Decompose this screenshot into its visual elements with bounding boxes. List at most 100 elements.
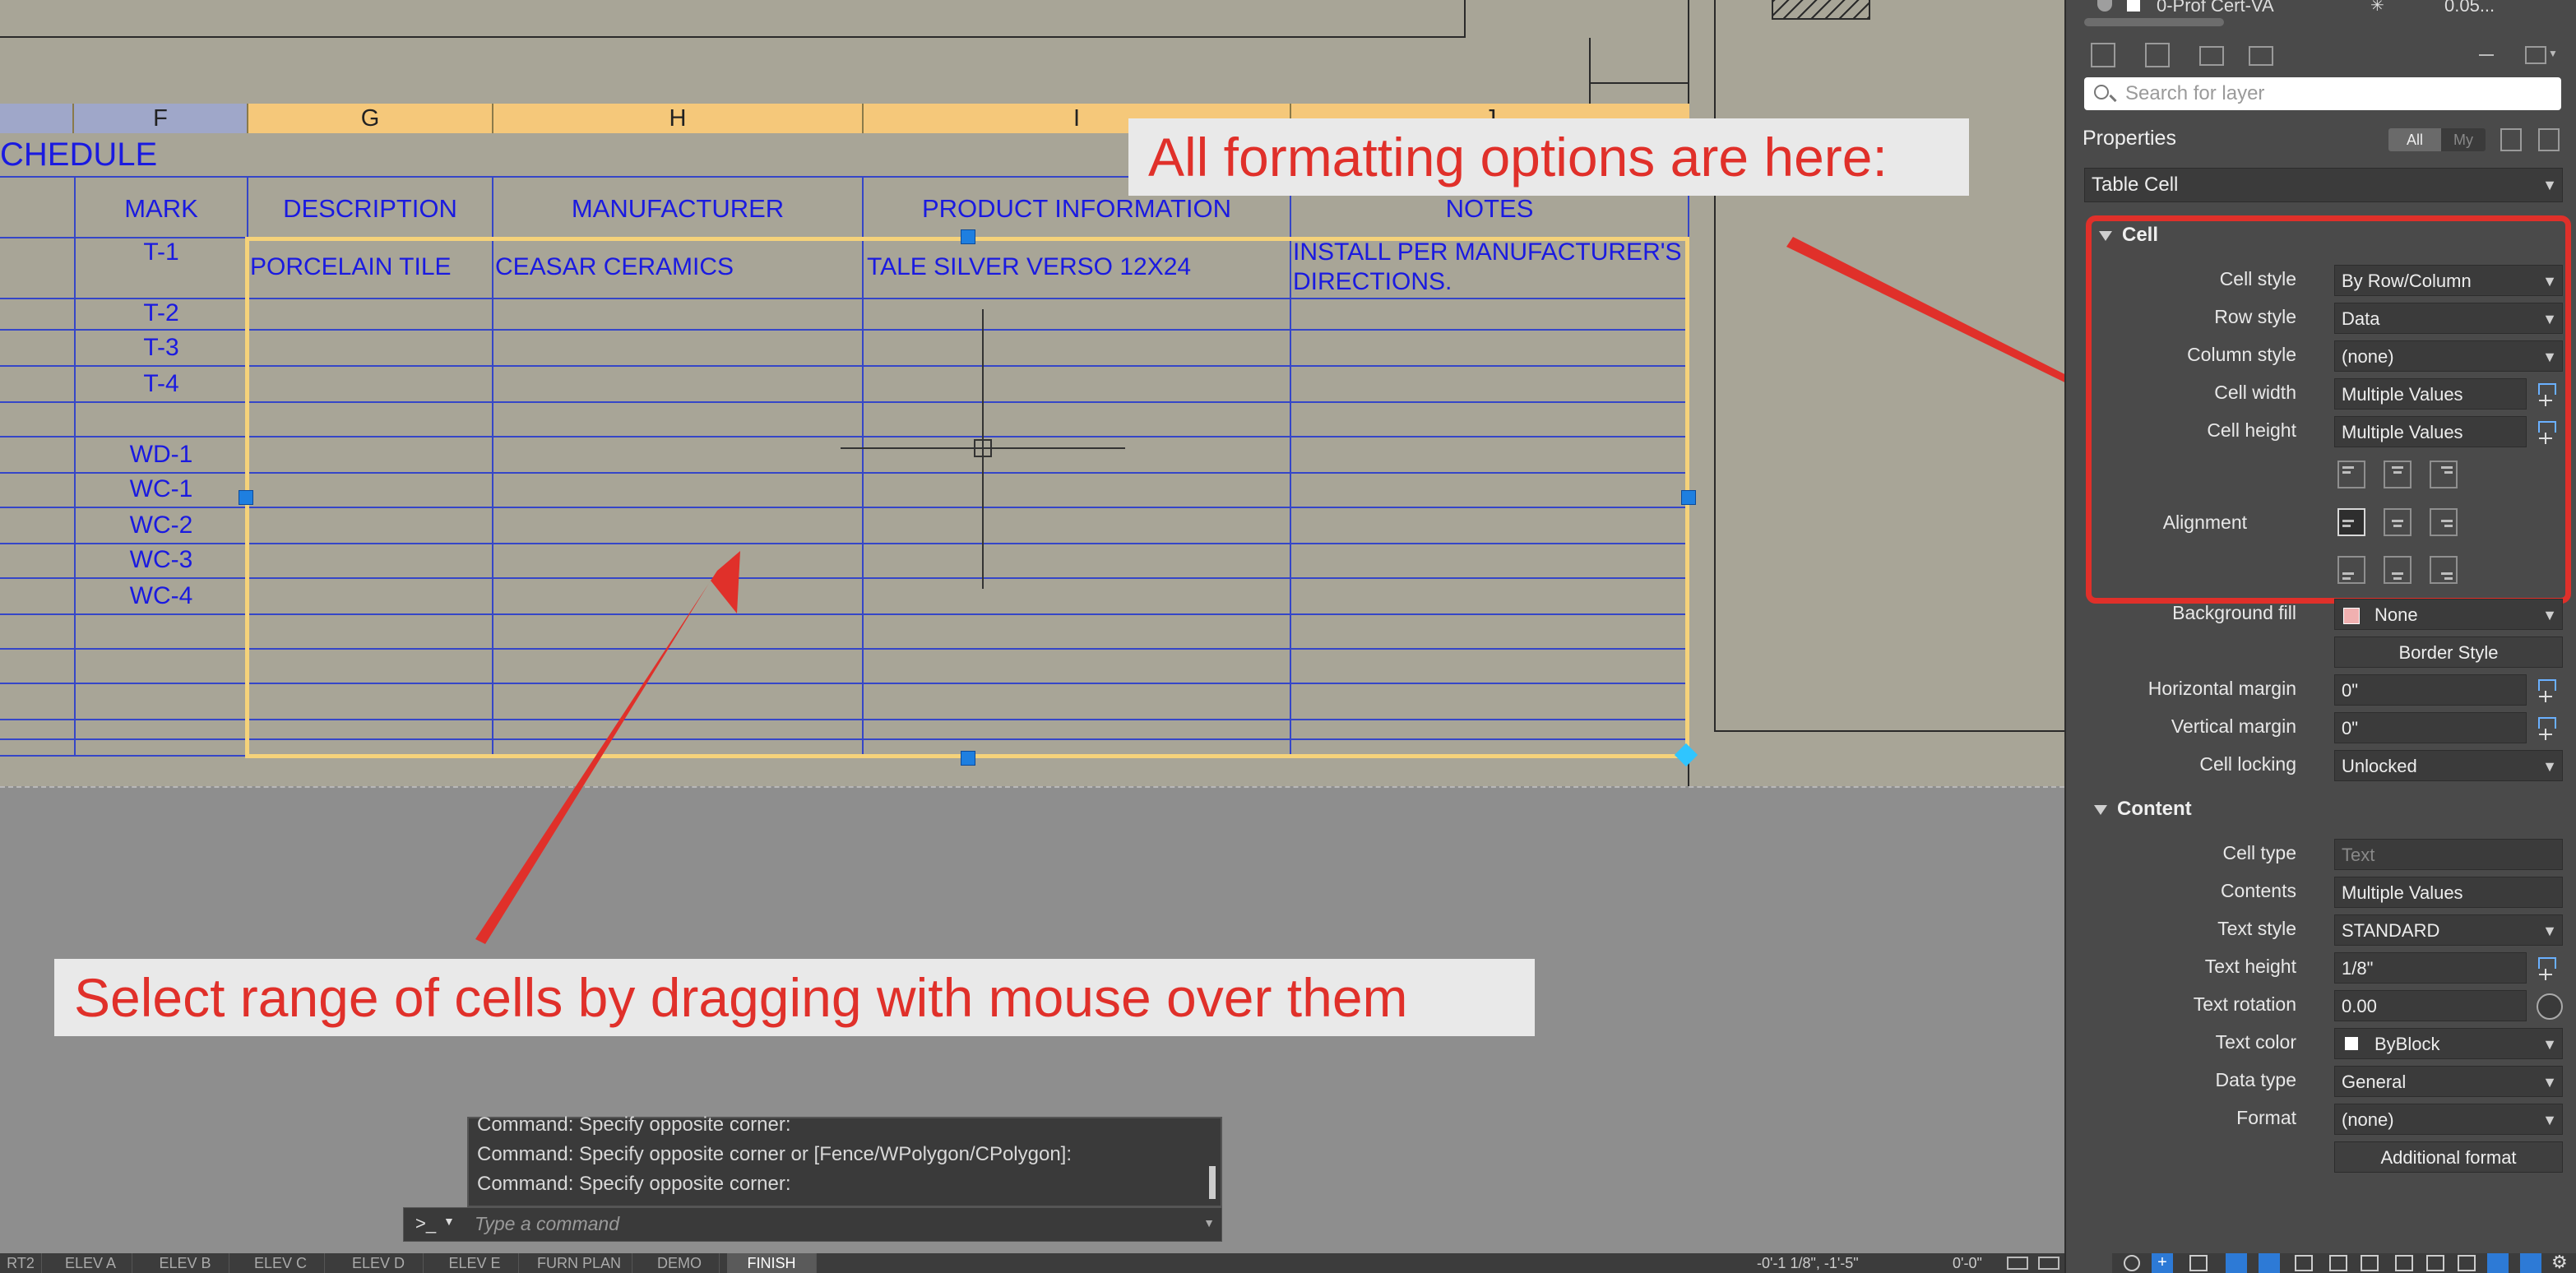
content-section-header[interactable]: Content	[2094, 798, 2192, 821]
osnap-icon[interactable]	[2295, 1255, 2313, 1271]
search-input[interactable]: Search for layer	[2125, 82, 2264, 105]
horizontal-margin-field[interactable]: 0"	[2334, 674, 2527, 706]
command-prompt-icon[interactable]: >_	[415, 1213, 436, 1234]
align-middle-center-icon[interactable]	[2384, 508, 2412, 536]
layout-tab[interactable]: ELEV C	[237, 1253, 325, 1273]
annotation-scale-icon[interactable]	[2426, 1255, 2444, 1271]
lineweight-icon[interactable]	[2329, 1255, 2347, 1271]
ortho-icon[interactable]	[2226, 1253, 2247, 1273]
align-top-right-icon[interactable]	[2430, 461, 2458, 488]
cell-style-dropdown[interactable]: By Row/Column ▼	[2334, 265, 2563, 296]
layout-tab[interactable]: RT2	[0, 1253, 42, 1273]
pick-point-icon[interactable]	[2535, 954, 2561, 984]
object-type-dropdown[interactable]: Table Cell ▼	[2084, 168, 2563, 202]
command-history-line: Command: Specify opposite corner:	[477, 1173, 791, 1195]
align-bottom-left-icon[interactable]	[2337, 556, 2365, 584]
plus-icon[interactable]: +	[2152, 1253, 2173, 1273]
folder-open-icon[interactable]	[2249, 46, 2273, 66]
align-top-center-icon[interactable]	[2384, 461, 2412, 488]
layer-color-swatch[interactable]	[2127, 0, 2140, 12]
text-style-label: Text style	[2217, 918, 2296, 939]
align-middle-left-icon[interactable]	[2337, 508, 2365, 536]
command-history[interactable]: Command: Specify opposite corner: Comman…	[467, 1113, 1222, 1207]
format-dropdown[interactable]: (none) ▼	[2334, 1104, 2563, 1135]
command-input[interactable]: Type a command	[475, 1213, 619, 1235]
layout-tab[interactable]: ELEV A	[49, 1253, 132, 1273]
quick-select-icon[interactable]	[2500, 128, 2522, 151]
background-fill-dropdown[interactable]: None ▼	[2334, 599, 2563, 630]
command-input-bar[interactable]: >_ ▼ Type a command ▼	[403, 1207, 1222, 1242]
viewport-icon[interactable]	[2361, 1255, 2379, 1271]
content-section-label: Content	[2117, 798, 2192, 820]
data-type-value: General	[2342, 1072, 2407, 1092]
chevron-down-icon[interactable]: ▼	[2548, 48, 2558, 59]
chevron-down-icon: ▼	[2542, 758, 2557, 775]
layout-tab[interactable]: ELEV E	[431, 1253, 519, 1273]
text-color-label: Text color	[2215, 1031, 2296, 1053]
folder-icon[interactable]	[2199, 46, 2224, 66]
annotation-visibility-icon[interactable]	[2458, 1255, 2476, 1271]
column-style-dropdown[interactable]: (none) ▼	[2334, 340, 2563, 372]
cell-section-header[interactable]: Cell	[2099, 224, 2158, 247]
layer-list-scrollbar[interactable]	[2084, 18, 2224, 26]
layout-tab-active[interactable]: FINISH	[727, 1253, 817, 1273]
layout-tab[interactable]: FURN PLAN	[526, 1253, 632, 1273]
pick-point-icon[interactable]	[2535, 714, 2561, 743]
gear-icon[interactable]: ⚙	[2551, 1252, 2568, 1273]
cell-width-field[interactable]: Multiple Values	[2334, 378, 2527, 410]
chevron-down-icon[interactable]: ▼	[1203, 1216, 1215, 1229]
pickadd-icon[interactable]	[2538, 128, 2560, 151]
pick-point-icon[interactable]	[2535, 676, 2561, 706]
layout-tab[interactable]: ELEV D	[334, 1253, 424, 1273]
columns-icon[interactable]	[2525, 46, 2546, 64]
align-middle-right-icon[interactable]	[2430, 508, 2458, 536]
layer-name[interactable]: 0-Prof Cert-VA	[2157, 0, 2274, 16]
cell-locking-dropdown[interactable]: Unlocked ▼	[2334, 750, 2563, 781]
toggle-my[interactable]: My	[2441, 128, 2486, 151]
layer-search-box[interactable]: Search for layer	[2084, 77, 2561, 110]
align-bottom-center-icon[interactable]	[2384, 556, 2412, 584]
cell-type-label: Cell type	[2222, 842, 2296, 863]
align-bottom-right-icon[interactable]	[2430, 556, 2458, 584]
chevron-down-icon[interactable]: ▼	[443, 1215, 455, 1228]
command-scrollbar[interactable]	[1209, 1166, 1216, 1199]
text-style-value: STANDARD	[2342, 920, 2440, 941]
text-color-dropdown[interactable]: ByBlock ▼	[2334, 1028, 2563, 1059]
layout-tab[interactable]: DEMO	[640, 1253, 720, 1273]
pick-point-icon[interactable]	[2535, 380, 2561, 410]
z-readout: 0'-0"	[1953, 1255, 1982, 1271]
selection-cycling-icon[interactable]	[2395, 1255, 2413, 1271]
align-top-left-icon[interactable]	[2337, 461, 2365, 488]
layer-properties-icon[interactable]	[2091, 43, 2115, 67]
auto-scale-icon[interactable]	[2487, 1253, 2509, 1273]
minimize-icon[interactable]	[2479, 54, 2494, 56]
orbit-icon[interactable]	[2124, 1255, 2140, 1271]
text-rotation-field[interactable]: 0.00	[2334, 990, 2527, 1021]
additional-format-button[interactable]: Additional format	[2334, 1141, 2563, 1173]
layout-tab[interactable]: ELEV B	[141, 1253, 229, 1273]
grid-icon[interactable]	[2007, 1257, 2028, 1270]
border-style-button[interactable]: Border Style	[2334, 636, 2563, 668]
row-style-dropdown[interactable]: Data ▼	[2334, 303, 2563, 334]
chevron-down-icon: ▼	[2542, 1074, 2557, 1090]
data-type-dropdown[interactable]: General ▼	[2334, 1066, 2563, 1097]
layer-bulb-icon[interactable]	[2097, 0, 2112, 12]
vertical-margin-field[interactable]: 0"	[2334, 712, 2527, 743]
text-style-dropdown[interactable]: STANDARD ▼	[2334, 914, 2563, 946]
pick-point-icon[interactable]	[2535, 418, 2561, 447]
rotation-dial-icon[interactable]	[2537, 993, 2563, 1020]
text-height-label: Text height	[2204, 956, 2296, 977]
toggle-all[interactable]: All	[2388, 128, 2441, 151]
contents-field[interactable]: Multiple Values	[2334, 877, 2563, 908]
text-height-field[interactable]: 1/8"	[2334, 952, 2527, 984]
callout-select-range: Select range of cells by dragging with m…	[54, 959, 1535, 1036]
cell-height-field[interactable]: Multiple Values	[2334, 416, 2527, 447]
vertical-margin-label: Vertical margin	[2171, 715, 2296, 737]
workspace-icon[interactable]	[2520, 1253, 2541, 1273]
format-value: (none)	[2342, 1109, 2394, 1130]
polar-icon[interactable]	[2259, 1253, 2280, 1273]
snap-icon[interactable]	[2038, 1257, 2059, 1270]
rectangle-icon[interactable]	[2189, 1255, 2208, 1271]
sun-icon[interactable]: ✳	[2370, 0, 2384, 16]
new-layer-icon[interactable]	[2145, 43, 2170, 67]
